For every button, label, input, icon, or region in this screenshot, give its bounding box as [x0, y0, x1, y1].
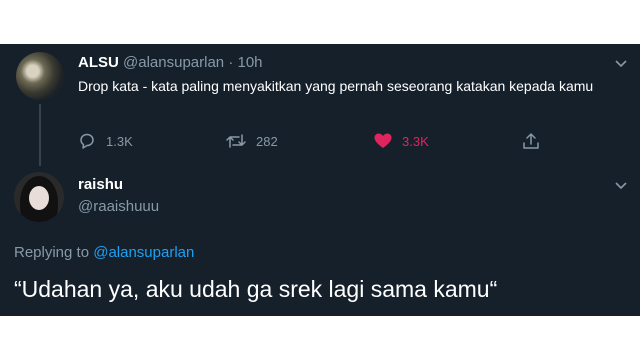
thread-connector-line — [39, 104, 41, 166]
original-tweet[interactable]: ALSU @alansuparlan · 10h Drop kata - kat… — [0, 44, 640, 166]
author-name[interactable]: ALSU — [78, 54, 119, 71]
avatar[interactable] — [14, 172, 64, 222]
like-count: 3.3K — [402, 133, 429, 149]
reply-text: “Udahan ya, aku udah ga srek lagi sama k… — [14, 276, 498, 302]
author-name[interactable]: raishu — [78, 176, 123, 193]
tweet-header: ALSU @alansuparlan · 10h — [78, 53, 263, 73]
tweet-time[interactable]: 10h — [238, 54, 263, 71]
author-handle[interactable]: @alansuparlan — [123, 54, 224, 71]
retweet-button[interactable]: 282 — [226, 130, 278, 152]
share-button[interactable] — [522, 130, 540, 152]
reply-count: 1.3K — [106, 133, 133, 149]
like-button[interactable]: 3.3K — [374, 130, 429, 152]
tweet-thread: ALSU @alansuparlan · 10h Drop kata - kat… — [0, 44, 640, 316]
replying-to-link[interactable]: @alansuparlan — [93, 244, 194, 261]
share-icon — [522, 132, 540, 150]
replying-to: Replying to @alansuparlan — [14, 244, 194, 261]
retweet-icon — [226, 132, 246, 150]
reply-icon — [78, 132, 96, 150]
chevron-down-icon[interactable] — [614, 178, 628, 192]
avatar[interactable] — [16, 52, 64, 100]
tweet-text: Drop kata - kata paling menyakitkan yang… — [78, 78, 594, 94]
reply-button[interactable]: 1.3K — [78, 130, 133, 152]
replying-prefix: Replying to — [14, 244, 90, 261]
reply-tweet[interactable]: raishu @raaishuuu Replying to @alansupar… — [0, 162, 640, 316]
retweet-count: 282 — [256, 133, 278, 149]
author-handle[interactable]: @raaishuuu — [78, 198, 159, 215]
tweet-actions: 1.3K 282 3.3K — [78, 130, 558, 152]
avatar-face — [29, 186, 49, 210]
header-separator: · — [228, 54, 234, 71]
chevron-down-icon[interactable] — [614, 56, 628, 70]
heart-icon — [374, 133, 392, 149]
